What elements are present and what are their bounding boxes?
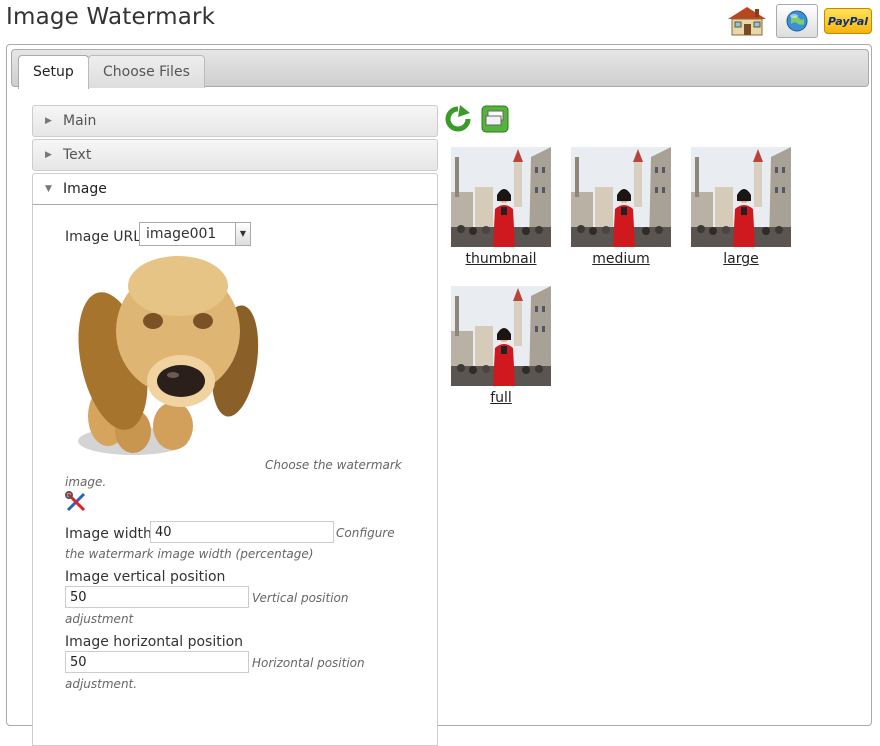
watermark-help-text: Choose the watermark <box>265 458 402 472</box>
preview-large-label: large <box>723 251 759 267</box>
image-width-input[interactable]: 40 <box>150 521 334 543</box>
image-vertical-help: Vertical position <box>252 591 349 605</box>
triangle-right-icon: ▶ <box>45 150 52 160</box>
paypal-label: PayPal <box>827 14 869 28</box>
preview-photo <box>451 147 551 247</box>
tab-setup[interactable]: Setup <box>18 55 89 89</box>
preview-medium[interactable]: medium <box>571 147 671 267</box>
image-horizontal-label: Image horizontal position <box>65 634 244 650</box>
image-width-help: Configure <box>336 526 395 540</box>
watermark-image-preview <box>78 256 259 455</box>
image-horizontal-help: Horizontal position <box>252 656 365 670</box>
preview-large[interactable]: large <box>691 147 791 267</box>
preview-full-label: full <box>490 390 512 406</box>
preview-thumbnail[interactable]: thumbnail <box>451 147 551 267</box>
watermark-help-text-cont: image. <box>65 475 107 489</box>
accordion-text-label: Text <box>63 147 92 163</box>
preview-full[interactable]: full <box>451 286 551 406</box>
preview-photo <box>691 147 791 247</box>
accordion-text[interactable]: ▶ Text <box>32 139 438 171</box>
main-panel: Setup Choose Files ▶ Main ▶ Text ▼ Image… <box>6 44 872 746</box>
tools-icon[interactable] <box>65 491 87 517</box>
website-icon[interactable] <box>776 4 818 38</box>
accordion-main[interactable]: ▶ Main <box>32 105 438 137</box>
preview-medium-label: medium <box>592 251 650 267</box>
preview-thumbnail-label: thumbnail <box>465 251 537 267</box>
image-settings-panel: Image URL image001 ▼ Choose the watermar… <box>32 205 438 746</box>
image-width-help-cont: the watermark image width (percentage) <box>65 547 314 561</box>
preview-window-icon[interactable] <box>481 105 509 137</box>
image-width-label: Image width <box>65 526 152 542</box>
triangle-right-icon: ▶ <box>45 116 52 126</box>
preview-photo <box>451 286 551 386</box>
image-url-selected: image001 <box>146 226 217 242</box>
tab-bar: Setup Choose Files <box>11 49 869 89</box>
accordion-image[interactable]: ▼ Image <box>32 173 438 205</box>
refresh-icon[interactable] <box>444 105 472 137</box>
accordion-main-label: Main <box>63 113 97 129</box>
image-url-select[interactable]: image001 ▼ <box>139 222 251 246</box>
image-vertical-help-cont: adjustment <box>65 612 134 626</box>
top-icon-bar: PayPal <box>724 4 872 38</box>
accordion-image-label: Image <box>63 181 107 197</box>
image-vertical-input[interactable]: 50 <box>65 586 249 608</box>
image-vertical-label: Image vertical position <box>65 569 226 585</box>
preview-photo <box>571 147 671 247</box>
tab-choose-files[interactable]: Choose Files <box>88 55 205 88</box>
image-url-label: Image URL <box>65 229 142 245</box>
paypal-icon[interactable]: PayPal <box>824 8 872 34</box>
dropdown-arrow-icon: ▼ <box>235 223 250 245</box>
home-icon[interactable] <box>724 4 770 38</box>
triangle-down-icon: ▼ <box>45 184 52 194</box>
page-title: Image Watermark <box>6 4 216 30</box>
image-horizontal-help-cont: adjustment. <box>65 677 138 691</box>
image-horizontal-input[interactable]: 50 <box>65 651 249 673</box>
